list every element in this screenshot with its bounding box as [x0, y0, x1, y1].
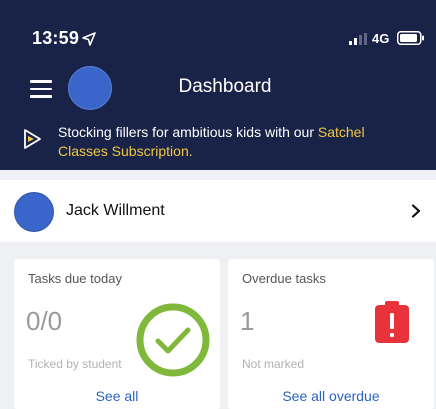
status-bar: 13:59 4G — [0, 0, 436, 56]
promo-text-main: Stocking fillers for ambitious kids with… — [58, 124, 318, 140]
network-type: 4G — [372, 31, 390, 46]
chevron-right-icon[interactable] — [411, 204, 421, 218]
app-header: 13:59 4G Dashboard Stocking fillers for … — [0, 0, 436, 170]
page-title: Dashboard — [178, 76, 272, 97]
location-arrow-icon — [82, 32, 96, 46]
see-all-link[interactable]: See all — [14, 388, 220, 404]
alert-clipboard-icon — [375, 301, 409, 343]
student-avatar — [14, 192, 54, 232]
battery-icon — [397, 31, 424, 45]
status-time: 13:59 — [32, 28, 80, 48]
card-title: Overdue tasks — [242, 271, 326, 286]
student-name: Jack Willment — [66, 202, 165, 219]
card-count: 1 — [240, 306, 255, 336]
card-title: Tasks due today — [28, 271, 122, 286]
card-subtitle: Ticked by student — [28, 357, 122, 371]
promo-text: Stocking fillers for ambitious kids with… — [58, 123, 418, 161]
student-profile-row[interactable]: Jack Willment — [0, 180, 436, 242]
see-all-overdue-link[interactable]: See all overdue — [228, 388, 434, 404]
card-count: 0/0 — [26, 306, 63, 336]
play-icon — [24, 129, 41, 149]
check-circle-icon — [136, 303, 210, 377]
signal-icon — [349, 33, 367, 45]
card-subtitle: Not marked — [242, 357, 305, 371]
